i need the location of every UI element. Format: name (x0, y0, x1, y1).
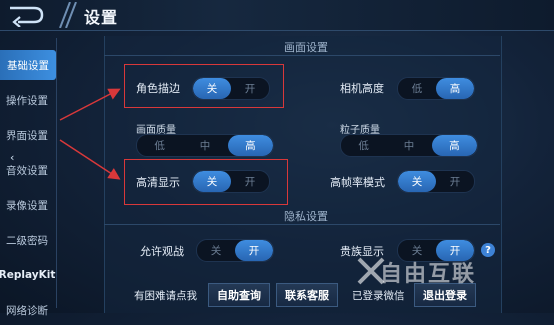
arrow-to-hd (59, 139, 121, 180)
arrow-to-outline (59, 88, 121, 121)
watermark-text: 自由互联 (380, 262, 477, 287)
